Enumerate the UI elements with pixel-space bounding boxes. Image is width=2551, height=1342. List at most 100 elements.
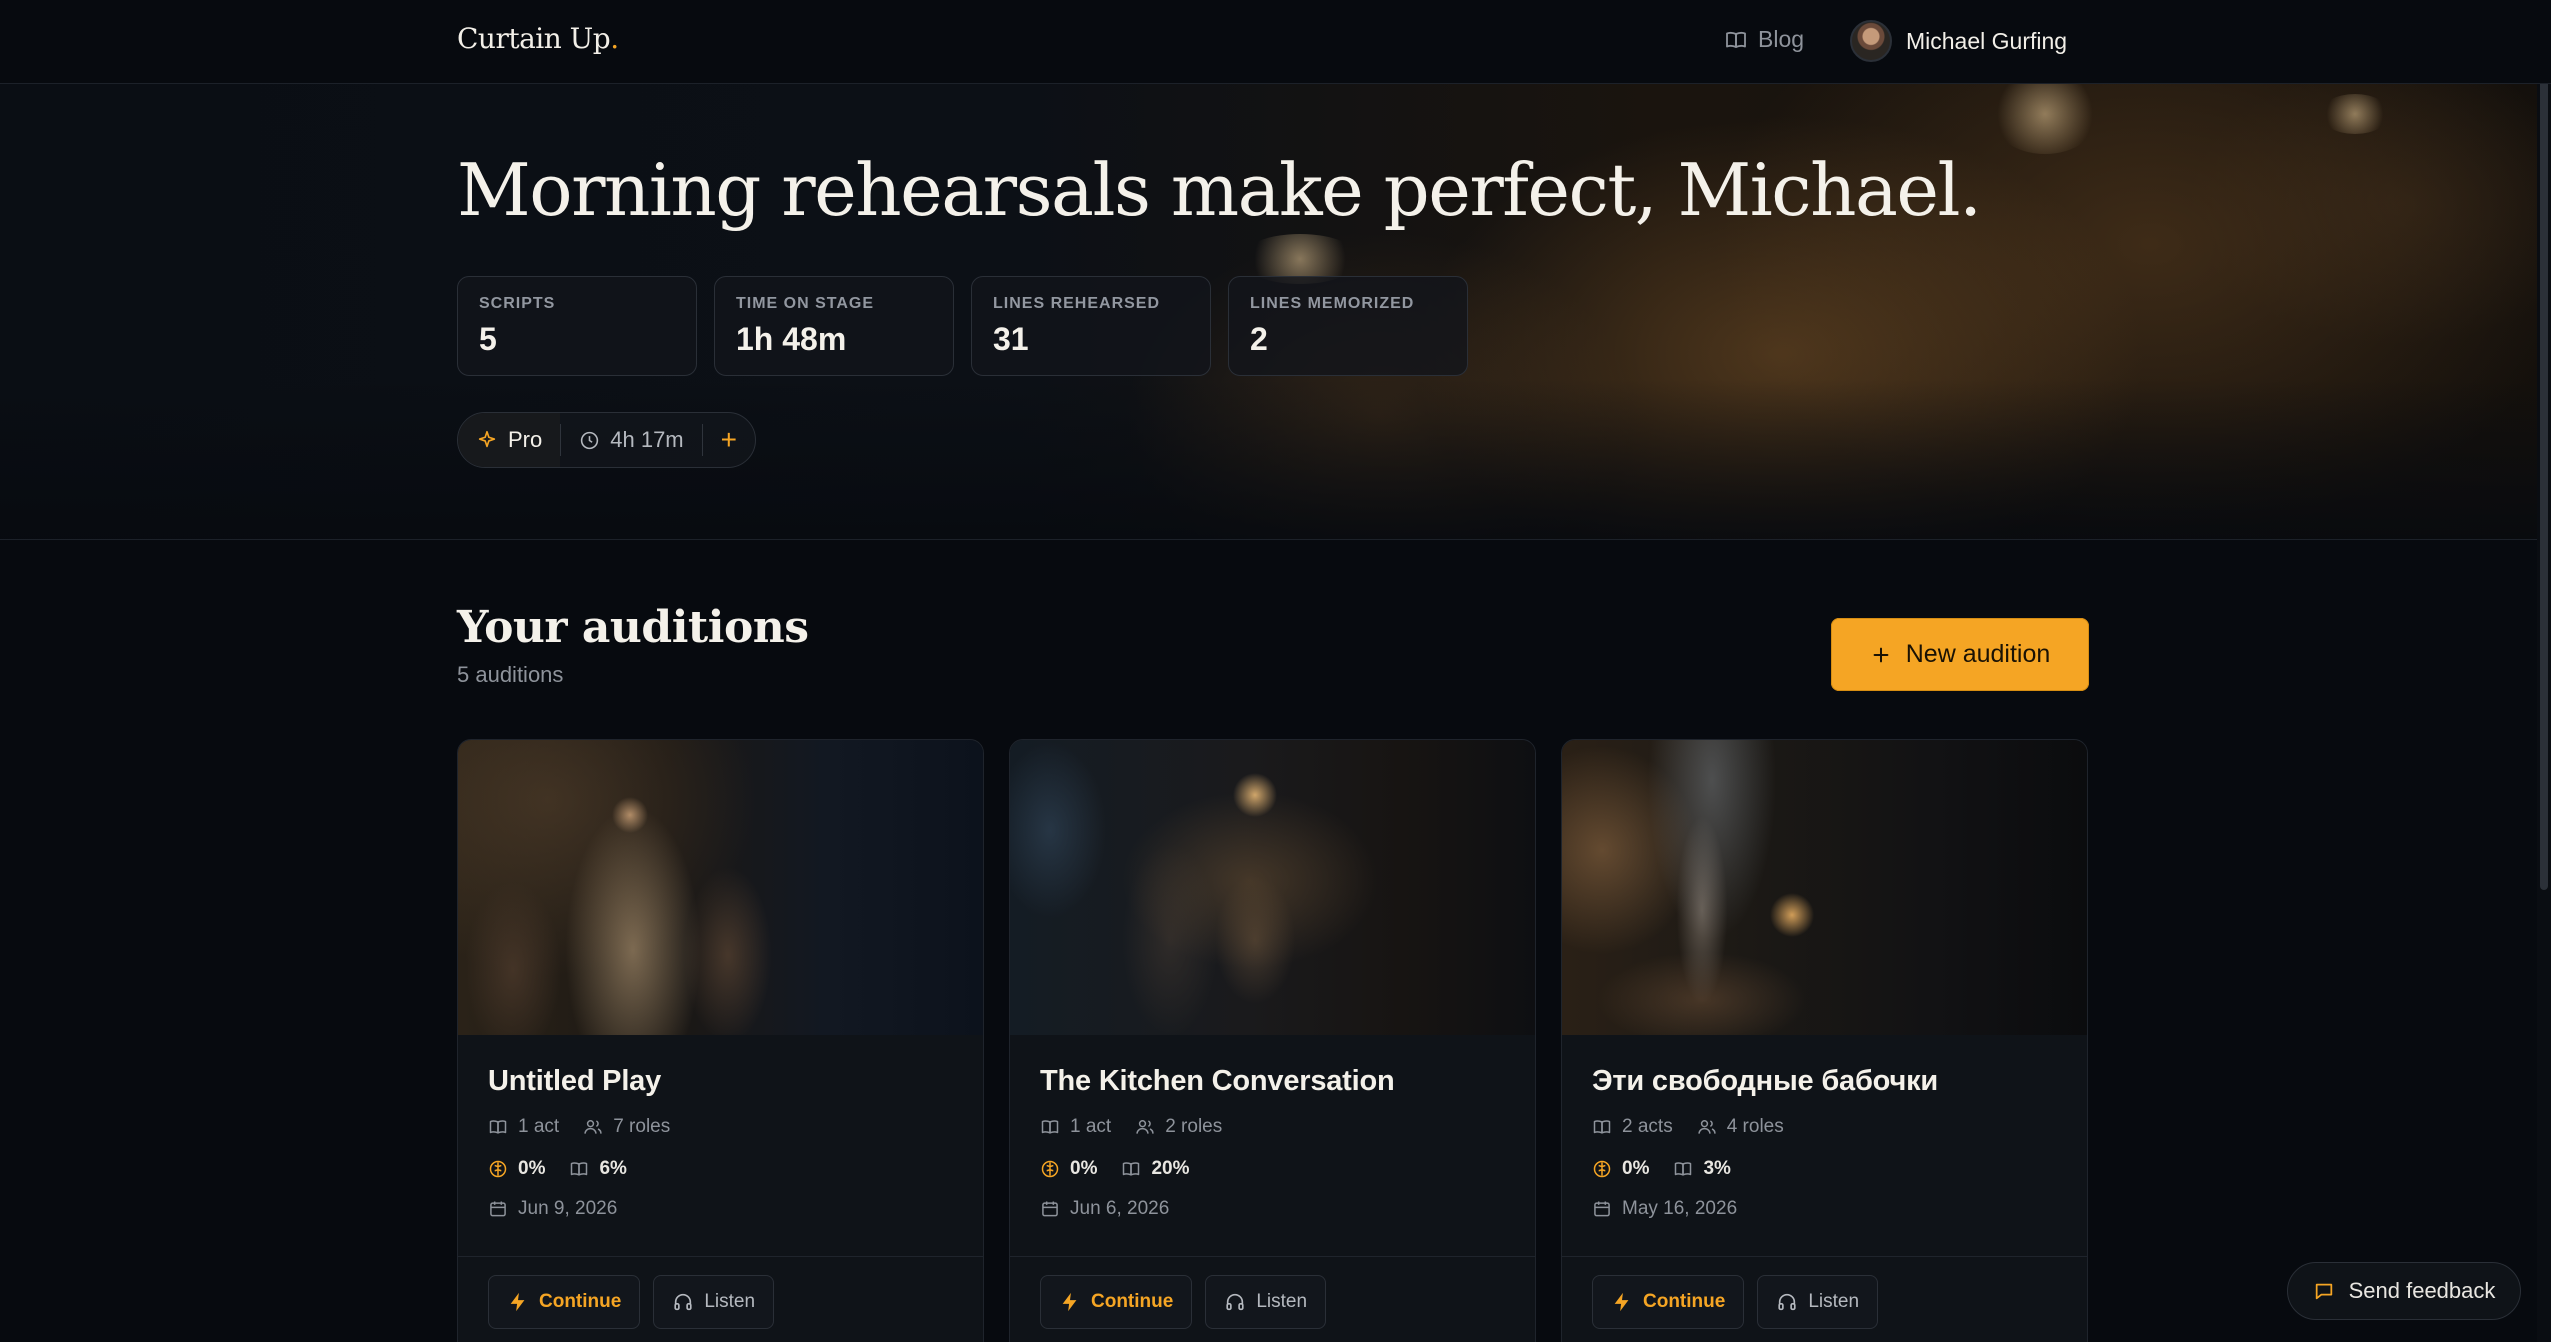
stat-value: 31 <box>993 321 1029 357</box>
card-progress: 0% 20% <box>1040 1158 1505 1180</box>
listen-button[interactable]: Listen <box>653 1275 775 1329</box>
card-title: Эти свободные бабочки <box>1592 1065 1939 1097</box>
top-nav: Curtain Up. Blog Michael Gurfing <box>0 0 2551 84</box>
acts-label: 1 act <box>518 1116 560 1137</box>
book-icon <box>488 1117 508 1137</box>
date-item: Jun 9, 2026 <box>488 1198 617 1220</box>
audition-card[interactable]: Untitled Play 1 act 7 roles 0% 6% Jun 9,… <box>457 739 984 1342</box>
stat-lines-memorized: LINES MEMORIZED 2 <box>1228 276 1468 376</box>
user-menu[interactable]: Michael Gurfing <box>1850 20 2067 62</box>
listen-button[interactable]: Listen <box>1757 1275 1879 1329</box>
card-date: Jun 6, 2026 <box>1040 1198 1505 1220</box>
brain-icon <box>488 1159 508 1179</box>
lightning-icon <box>1611 1291 1633 1313</box>
card-actions: Continue Listen <box>1562 1256 2087 1342</box>
calendar-icon <box>1040 1199 1060 1219</box>
section-title: Your auditions <box>457 602 809 653</box>
stat-time-on-stage: TIME ON STAGE 1h 48m <box>714 276 954 376</box>
brain-icon <box>1040 1159 1060 1179</box>
plan-pill: Pro 4h 17m + <box>457 412 756 468</box>
audition-card[interactable]: The Kitchen Conversation 1 act 2 roles 0… <box>1009 739 1536 1342</box>
listen-label: Listen <box>1256 1291 1308 1312</box>
clock-icon <box>579 430 600 451</box>
card-title: The Kitchen Conversation <box>1040 1065 1395 1097</box>
listen-button[interactable]: Listen <box>1205 1275 1327 1329</box>
rehearsed-progress: 6% <box>569 1158 627 1180</box>
calendar-icon <box>488 1199 508 1219</box>
brand-logo[interactable]: Curtain Up. <box>457 22 619 55</box>
stage-light <box>2320 94 2390 134</box>
auditions-grid: Untitled Play 1 act 7 roles 0% 6% Jun 9,… <box>457 739 2088 1342</box>
stat-scripts: SCRIPTS 5 <box>457 276 697 376</box>
time-remaining: 4h 17m <box>561 413 701 467</box>
new-audition-label: New audition <box>1905 640 2051 668</box>
acts-label: 1 act <box>1070 1116 1112 1137</box>
continue-label: Continue <box>1643 1291 1726 1312</box>
blog-link[interactable]: Blog <box>1724 26 1804 53</box>
card-thumbnail <box>1010 740 1535 1035</box>
feedback-label: Send feedback <box>2348 1278 2496 1303</box>
card-progress: 0% 3% <box>1592 1158 2057 1180</box>
date-item: Jun 6, 2026 <box>1040 1198 1169 1220</box>
rehearsed-progress: 3% <box>1673 1158 1731 1180</box>
book-icon <box>1040 1117 1060 1137</box>
send-feedback-button[interactable]: Send feedback <box>2287 1262 2521 1320</box>
roles-label: 7 roles <box>613 1116 671 1137</box>
rehearsed-value: 3% <box>1703 1158 1731 1179</box>
continue-button[interactable]: Continue <box>1040 1275 1193 1329</box>
rehearsed-value: 20% <box>1151 1158 1190 1179</box>
time-remaining-value: 4h 17m <box>610 427 684 452</box>
stage-light <box>1990 84 2100 154</box>
memorized-progress: 0% <box>1592 1158 1649 1180</box>
book-icon <box>1673 1159 1693 1179</box>
memorized-value: 0% <box>518 1158 546 1179</box>
acts-count: 1 act <box>1040 1116 1111 1138</box>
book-icon <box>1592 1117 1612 1137</box>
continue-button[interactable]: Continue <box>1592 1275 1745 1329</box>
message-icon <box>2313 1280 2335 1302</box>
scrollbar-thumb[interactable] <box>2540 10 2548 890</box>
add-time-button[interactable]: + <box>703 424 755 456</box>
stat-label: SCRIPTS <box>479 295 556 312</box>
brand-dot: . <box>610 22 619 55</box>
calendar-icon <box>1592 1199 1612 1219</box>
page-title: Morning rehearsals make perfect, Michael… <box>457 148 1982 232</box>
avatar <box>1850 20 1892 62</box>
audition-card[interactable]: Эти свободные бабочки 2 acts 4 roles 0% <box>1561 739 2088 1342</box>
memorized-progress: 0% <box>488 1158 545 1180</box>
page-scrollbar[interactable] <box>2537 0 2551 1342</box>
card-title: Untitled Play <box>488 1065 662 1097</box>
stat-label: TIME ON STAGE <box>736 295 875 312</box>
brain-icon <box>1592 1159 1612 1179</box>
stat-label: LINES REHEARSED <box>993 295 1161 312</box>
lightning-icon <box>507 1291 529 1313</box>
roles-label: 4 roles <box>1726 1116 1784 1137</box>
hero-fade <box>0 379 2551 539</box>
memorized-progress: 0% <box>1040 1158 1097 1180</box>
sparkle-icon <box>476 429 498 451</box>
users-icon <box>1697 1117 1717 1137</box>
card-meta: 1 act 2 roles <box>1040 1116 1505 1138</box>
continue-button[interactable]: Continue <box>488 1275 641 1329</box>
acts-label: 2 acts <box>1622 1116 1673 1137</box>
date-label: May 16, 2026 <box>1622 1198 1738 1219</box>
brand-name: Curtain Up <box>457 22 611 55</box>
card-actions: Continue Listen <box>1010 1256 1535 1342</box>
stat-value: 1h 48m <box>736 321 847 357</box>
card-date: May 16, 2026 <box>1592 1198 2057 1220</box>
acts-count: 2 acts <box>1592 1116 1673 1138</box>
card-actions: Continue Listen <box>458 1256 983 1342</box>
date-item: May 16, 2026 <box>1592 1198 1737 1220</box>
users-icon <box>1135 1117 1155 1137</box>
blog-label: Blog <box>1758 26 1805 52</box>
continue-label: Continue <box>1091 1291 1174 1312</box>
user-name: Michael Gurfing <box>1906 27 2068 54</box>
new-audition-button[interactable]: New audition <box>1831 618 2089 691</box>
listen-label: Listen <box>1808 1291 1860 1312</box>
continue-label: Continue <box>539 1291 622 1312</box>
users-icon <box>583 1117 603 1137</box>
stat-value: 5 <box>479 321 497 357</box>
headphones-icon <box>1224 1291 1246 1313</box>
plan-badge[interactable]: Pro <box>458 413 561 467</box>
card-date: Jun 9, 2026 <box>488 1198 953 1220</box>
